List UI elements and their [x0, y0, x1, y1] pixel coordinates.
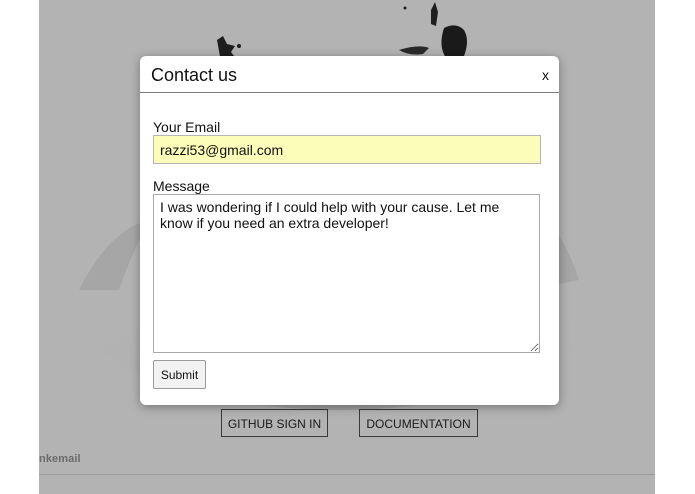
contact-modal: Contact us x Your Email Message I was wo… [140, 56, 559, 405]
message-textarea[interactable]: I was wondering if I could help with you… [153, 194, 540, 353]
page: GITHUB SIGN IN DOCUMENTATION nkemail Con… [0, 0, 695, 494]
footer-brand-text: nkemail [39, 453, 81, 465]
email-label: Your Email [153, 119, 221, 135]
email-field[interactable] [153, 135, 541, 164]
github-sign-in-button[interactable]: GITHUB SIGN IN [221, 409, 328, 437]
modal-header: Contact us x [140, 56, 559, 93]
modal-title: Contact us [151, 65, 238, 85]
footer-divider [39, 474, 655, 475]
close-icon[interactable]: x [542, 67, 549, 83]
submit-button[interactable]: Submit [153, 360, 206, 389]
message-label: Message [153, 178, 210, 194]
documentation-button[interactable]: DOCUMENTATION [359, 409, 478, 437]
